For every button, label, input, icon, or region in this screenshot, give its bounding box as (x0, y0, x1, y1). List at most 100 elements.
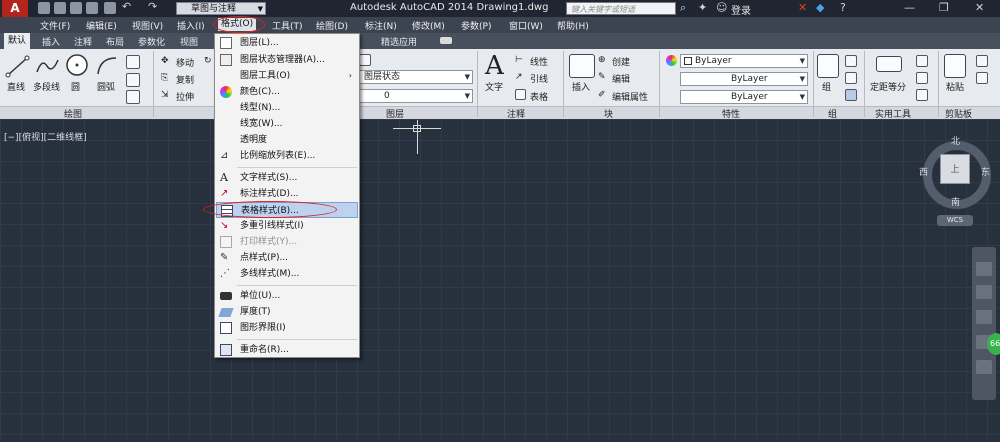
close-icon[interactable]: ✕ (975, 2, 984, 14)
menu-item-scale-list[interactable]: ⊿ 比例缩放列表(E)... (216, 148, 358, 164)
move-icon[interactable]: ✥ (161, 56, 169, 66)
login-button[interactable]: 登录 (731, 2, 751, 17)
paste-icon[interactable] (944, 54, 966, 78)
open-file-icon[interactable] (54, 2, 66, 14)
tab-layout[interactable]: 布局 (106, 35, 124, 48)
menu-modify[interactable]: 修改(M) (412, 19, 445, 32)
line-label[interactable]: 直线 (7, 80, 25, 93)
menu-tools[interactable]: 工具(T) (272, 19, 303, 32)
exchange-icon[interactable]: ✕ (798, 2, 807, 14)
stretch-icon[interactable]: ⇲ (161, 90, 169, 100)
copy-clip-icon[interactable] (976, 72, 988, 84)
edit-attr-label[interactable]: 编辑属性 (612, 90, 648, 103)
match-props-icon[interactable] (666, 55, 677, 66)
lineweight-select[interactable]: ByLayer ▼ (680, 90, 808, 104)
edit-label[interactable]: 编辑 (612, 72, 630, 85)
menu-item-layer-tools[interactable]: 图层工具(O) › (216, 68, 358, 84)
group-select-icon[interactable] (845, 89, 857, 101)
quick-calc-icon[interactable] (916, 55, 928, 67)
compass-west[interactable]: 西 (919, 165, 928, 178)
move-label[interactable]: 移动 (176, 56, 194, 69)
ribbon-toggle-icon[interactable] (440, 37, 452, 44)
layer-state-select[interactable]: 图层状态 ▼ (359, 70, 473, 84)
polyline-label[interactable]: 多段线 (33, 80, 60, 93)
new-file-icon[interactable] (38, 2, 50, 14)
text-label[interactable]: 文字 (485, 80, 503, 93)
rotate-icon[interactable]: ↻ (204, 56, 212, 66)
menu-item-dim-style[interactable]: ↗ 标注样式(D)... (216, 186, 358, 202)
pan-icon[interactable] (976, 285, 992, 299)
menu-item-mline-style[interactable]: ⋰ 多线样式(M)... (216, 266, 358, 282)
menu-item-point-style[interactable]: ✎ 点样式(P)... (216, 250, 358, 266)
region-icon[interactable] (126, 90, 140, 104)
menu-item-lineweight[interactable]: 线宽(W)... (216, 116, 358, 132)
insert-block-icon[interactable] (569, 54, 595, 78)
measure-label[interactable]: 定距等分 (870, 80, 906, 93)
tab-default[interactable]: 默认 (4, 33, 31, 49)
drawing-canvas[interactable] (0, 119, 1000, 442)
menu-insert[interactable]: 插入(I) (177, 19, 205, 32)
linear-label[interactable]: 线性 (530, 55, 548, 68)
minimize-icon[interactable]: — (904, 2, 915, 14)
save-icon[interactable] (70, 2, 82, 14)
copy-icon[interactable]: ⎘ (161, 73, 168, 83)
user-icon[interactable]: ☺ (716, 2, 727, 14)
menu-item-thickness[interactable]: 厚度(T) (216, 304, 358, 320)
table-icon[interactable] (515, 89, 526, 100)
menu-draw[interactable]: 绘图(D) (316, 19, 348, 32)
text-icon[interactable]: A (485, 51, 504, 81)
menu-item-units[interactable]: 单位(U)... (216, 288, 358, 304)
edit-attr-icon[interactable]: ✐ (598, 90, 606, 100)
menu-help[interactable]: 帮助(H) (557, 19, 589, 32)
menu-parametric[interactable]: 参数(P) (461, 19, 491, 32)
group-label[interactable]: 组 (822, 80, 831, 93)
linear-dim-icon[interactable]: ⊢ (515, 55, 523, 65)
copy-label[interactable]: 复制 (176, 73, 194, 86)
paste-label[interactable]: 粘贴 (946, 80, 964, 93)
search-icon[interactable]: ⌕ (680, 2, 686, 14)
menu-view[interactable]: 视图(V) (132, 19, 163, 32)
menu-dimension[interactable]: 标注(N) (365, 19, 397, 32)
showmotion-icon[interactable] (976, 360, 992, 374)
measure-icon[interactable] (876, 56, 902, 72)
save-as-icon[interactable] (86, 2, 98, 14)
group-icon[interactable] (817, 54, 839, 78)
tab-insert[interactable]: 插入 (42, 35, 60, 48)
insert-label[interactable]: 插入 (572, 80, 590, 93)
linetype-select[interactable]: ByLayer ▼ (680, 72, 808, 86)
tab-parametric[interactable]: 参数化 (138, 35, 165, 48)
stretch-label[interactable]: 拉伸 (176, 90, 194, 103)
viewport-controls-label[interactable]: [−][俯视][二维线框] (4, 130, 87, 143)
menu-item-mleader-style[interactable]: ↘ 多重引线样式(I) (216, 218, 358, 234)
group-edit-icon[interactable] (845, 72, 857, 84)
menu-item-transparency[interactable]: 透明度 (216, 132, 358, 148)
tab-annotate[interactable]: 注释 (74, 35, 92, 48)
circle-label[interactable]: 圆 (71, 80, 80, 93)
create-block-icon[interactable]: ⊕ (598, 55, 606, 65)
layer-props-icon[interactable] (359, 54, 371, 66)
compass-east[interactable]: 东 (981, 165, 990, 178)
app-store-icon[interactable]: ◆ (816, 2, 824, 14)
arc-label[interactable]: 圆弧 (97, 80, 115, 93)
polyline-icon[interactable] (34, 54, 60, 78)
cut-icon[interactable] (976, 55, 988, 67)
compass-south[interactable]: 南 (951, 195, 960, 208)
menu-item-layer[interactable]: 图层(L)... (216, 35, 358, 51)
restore-icon[interactable]: ❐ (939, 2, 949, 14)
menu-item-rename[interactable]: 重命名(R)... (216, 342, 358, 358)
menu-item-layer-state-manager[interactable]: 图层状态管理器(A)... (216, 52, 358, 68)
line-icon[interactable] (5, 54, 31, 78)
infocenter-icon[interactable]: ✦ (698, 2, 707, 14)
menu-item-linetype[interactable]: 线型(N)... (216, 100, 358, 116)
calculator-icon[interactable] (916, 89, 928, 101)
search-input[interactable]: 键入关键字或短语 (566, 2, 676, 15)
zoom-icon[interactable] (976, 310, 992, 324)
steering-wheel-icon[interactable] (976, 262, 992, 276)
tab-featured-apps[interactable]: 精选应用 (381, 35, 417, 48)
leader-icon[interactable]: ↗ (515, 72, 523, 82)
compass-north[interactable]: 北 (951, 134, 960, 147)
help-icon[interactable]: ? (840, 2, 846, 14)
leader-label[interactable]: 引线 (530, 72, 548, 85)
menu-window[interactable]: 窗口(W) (509, 19, 543, 32)
ungroup-icon[interactable] (845, 55, 857, 67)
